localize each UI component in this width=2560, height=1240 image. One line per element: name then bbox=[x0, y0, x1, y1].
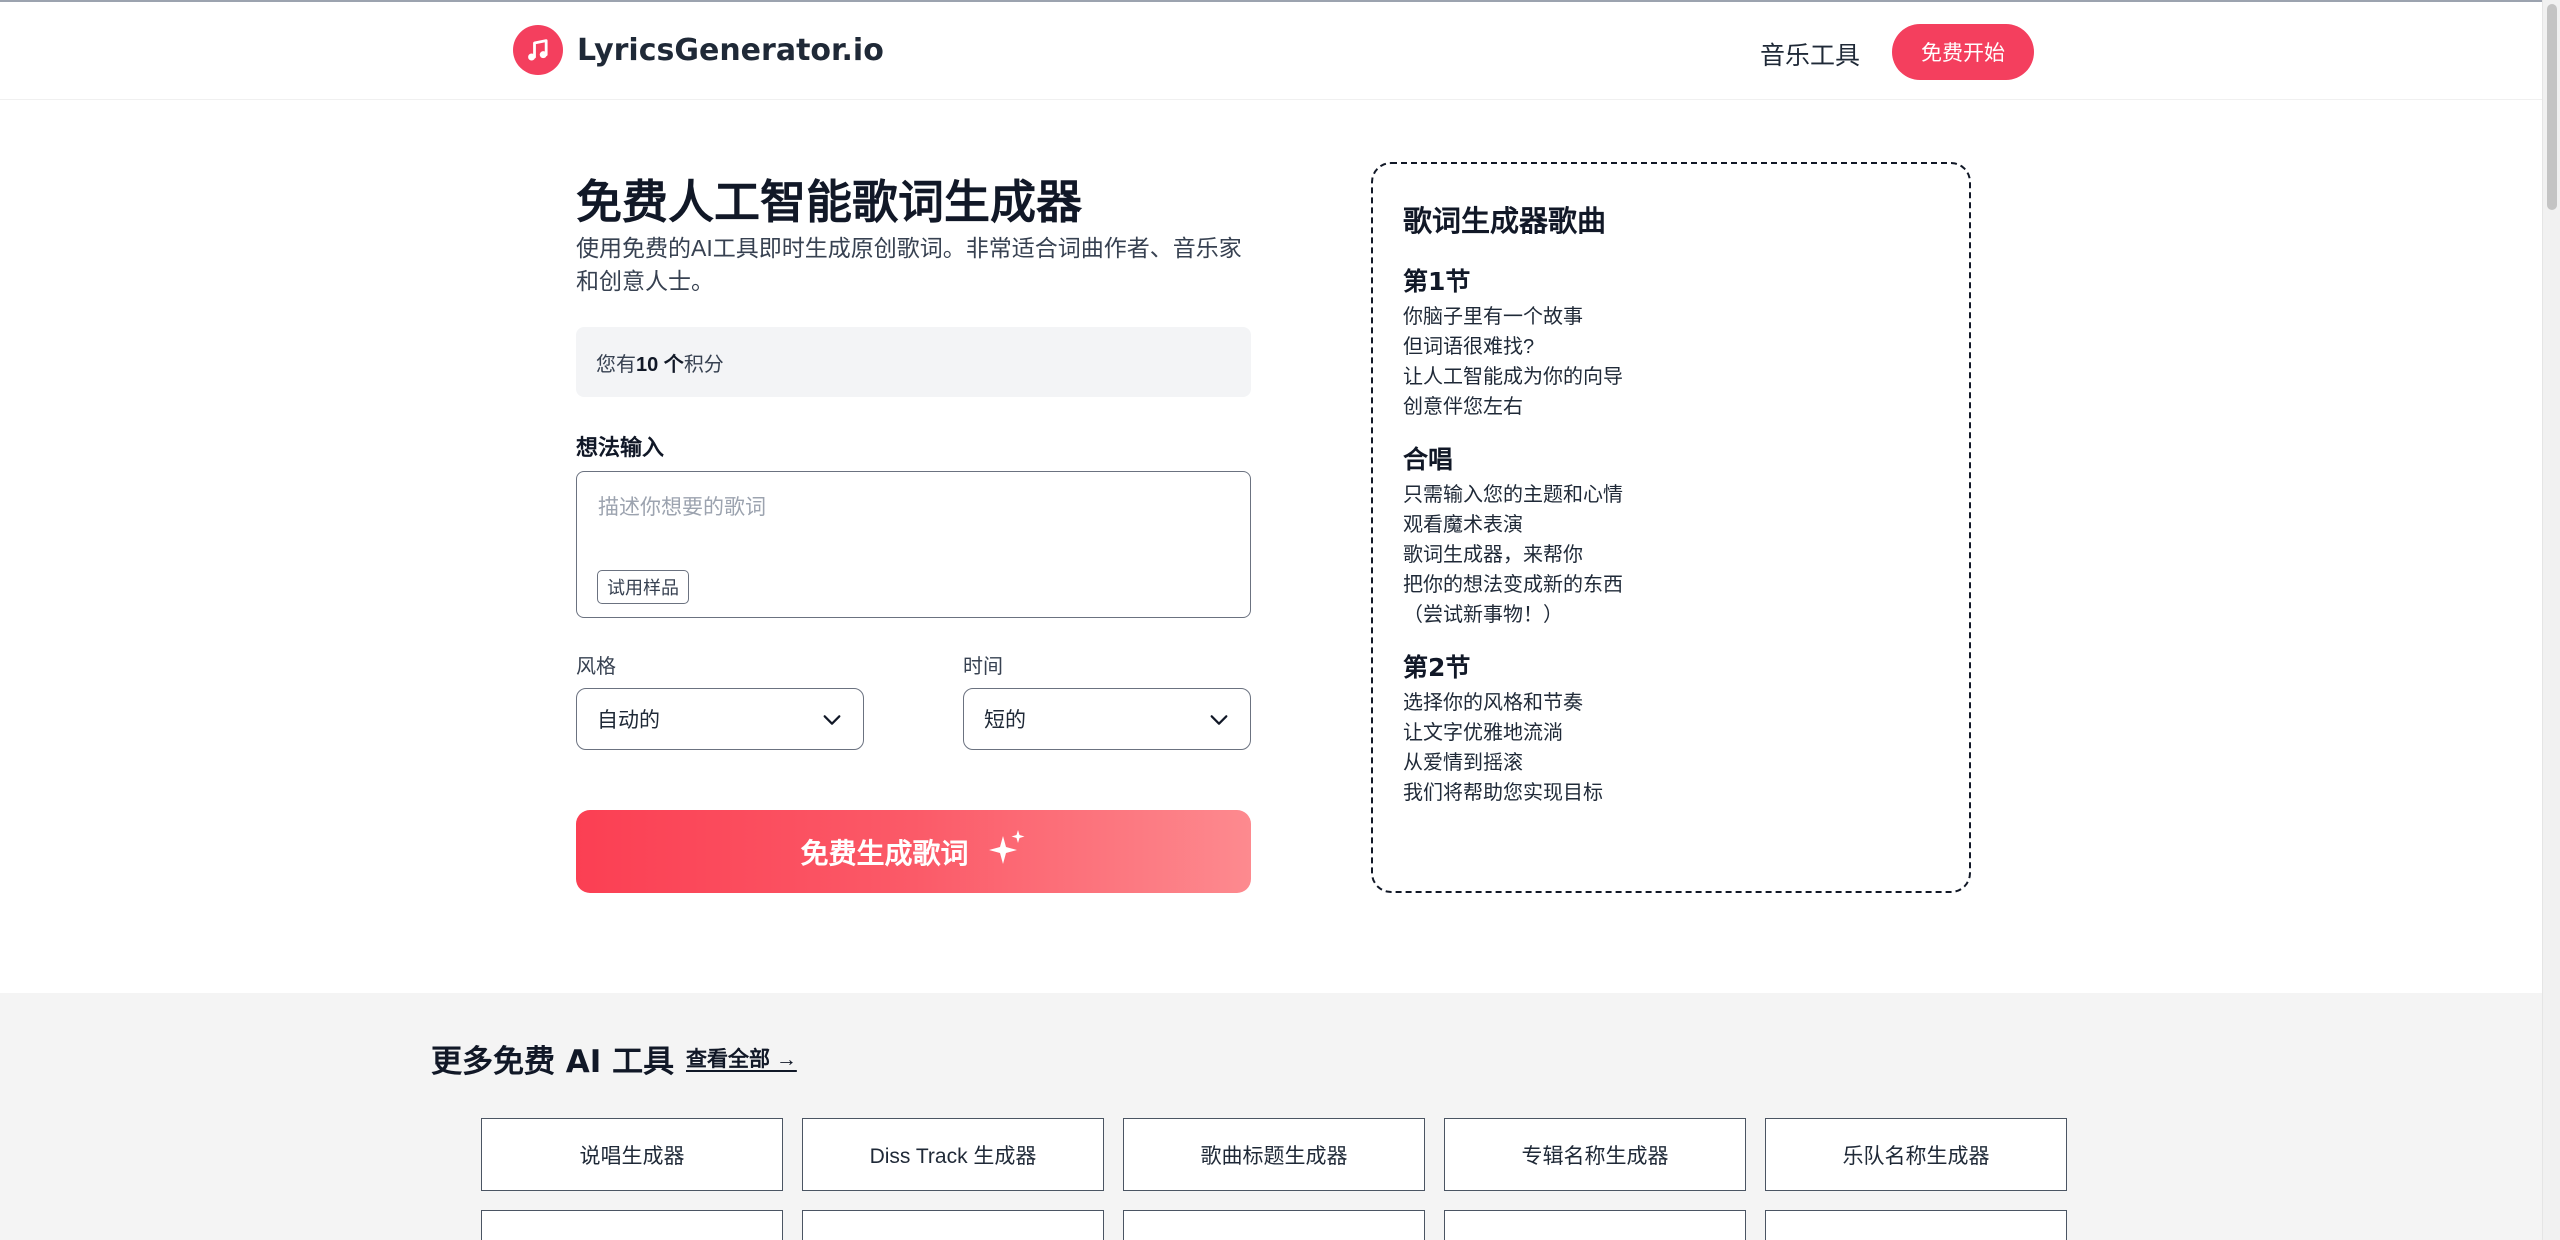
credits-prefix: 您有 bbox=[596, 353, 636, 376]
chevron-down-icon bbox=[1208, 709, 1230, 737]
style-select[interactable]: 自动的 bbox=[576, 688, 864, 750]
lyric-line: 让人工智能成为你的向导 bbox=[1403, 366, 1623, 388]
chevron-down-icon bbox=[821, 709, 843, 737]
page-title: 免费人工智能歌词生成器 bbox=[576, 175, 1082, 229]
lyric-section: 第2节选择你的风格和节奏 让文字优雅地流淌 从爱情到摇滚我们将帮助您实现目标 bbox=[1403, 648, 1939, 808]
page-scrollbar[interactable] bbox=[2542, 0, 2560, 1240]
lyric-line: 只需输入您的主题和心情 bbox=[1403, 484, 1623, 506]
lyric-line: （尝试新事物！） bbox=[1403, 604, 1563, 626]
generate-lyrics-label: 免费生成歌词 bbox=[800, 836, 969, 870]
try-sample-button[interactable]: 试用样品 bbox=[597, 570, 689, 604]
brand-logo-link[interactable]: LyricsGenerator.io bbox=[513, 25, 884, 75]
start-free-button[interactable]: 免费开始 bbox=[1892, 24, 2034, 80]
view-all-link[interactable]: 查看全部 → bbox=[686, 1043, 797, 1073]
sparkles-icon bbox=[987, 828, 1027, 875]
lyric-line: 但词语很难找? bbox=[1403, 336, 1535, 358]
style-label: 风格 bbox=[576, 656, 616, 678]
time-select[interactable]: 短的 bbox=[963, 688, 1251, 750]
lyric-line: 把你的想法变成新的东西 bbox=[1403, 574, 1623, 596]
page-subtitle: 使用免费的AI工具即时生成原创歌词。非常适合词曲作者、音乐家和创意人士。 bbox=[576, 235, 1242, 294]
idea-textarea[interactable]: 描述你想要的歌词 试用样品 bbox=[576, 471, 1251, 618]
lyric-section-title: 合唱 bbox=[1403, 445, 1454, 474]
tool-card[interactable] bbox=[1444, 1210, 1746, 1240]
credits-amount: 10 个 bbox=[636, 353, 684, 376]
idea-input-label: 想法输入 bbox=[576, 435, 665, 460]
lyric-line: 从爱情到摇滚 bbox=[1403, 752, 1523, 774]
lyric-line: 观看魔术表演 bbox=[1403, 514, 1523, 536]
generate-lyrics-button[interactable]: 免费生成歌词 bbox=[576, 810, 1251, 893]
music-note-icon bbox=[513, 25, 563, 75]
lyric-line: 你脑子里有一个故事 bbox=[1403, 306, 1583, 328]
lyric-section: 第1节你脑子里有一个故事 但词语很难找? 让人工智能成为你的向导 创意伴您左右 bbox=[1403, 262, 1939, 422]
scrollbar-thumb[interactable] bbox=[2547, 4, 2557, 210]
lyric-line: 歌词生成器，来帮你 bbox=[1403, 544, 1583, 566]
more-tools-title: 更多免费 AI 工具 bbox=[431, 1044, 675, 1080]
sample-lyrics-card: 歌词生成器歌曲 第1节你脑子里有一个故事 但词语很难找? 让人工智能成为你的向导 创意… bbox=[1371, 162, 1971, 893]
lyric-line: 创意伴您左右 bbox=[1403, 396, 1523, 418]
tool-card[interactable] bbox=[802, 1210, 1104, 1240]
time-selected-value: 短的 bbox=[984, 709, 1026, 732]
sample-song-title: 歌词生成器歌曲 bbox=[1403, 204, 1607, 238]
sample-song-sections: 第1节你脑子里有一个故事 但词语很难找? 让人工智能成为你的向导 创意伴您左右合唱只需… bbox=[1403, 262, 1939, 808]
lyric-line: 让文字优雅地流淌 bbox=[1403, 722, 1563, 744]
lyric-section-title: 第1节 bbox=[1403, 267, 1471, 296]
tool-card[interactable]: Diss Track 生成器 bbox=[802, 1118, 1104, 1191]
tool-card[interactable]: 专辑名称生成器 bbox=[1444, 1118, 1746, 1191]
tool-card[interactable]: 歌曲标题生成器 bbox=[1123, 1118, 1425, 1191]
site-header: LyricsGenerator.io 音乐工具 免费开始 bbox=[0, 2, 2542, 100]
more-tools-section bbox=[0, 993, 2542, 1240]
credits-suffix: 积分 bbox=[683, 353, 724, 376]
tool-card[interactable] bbox=[1765, 1210, 2067, 1240]
lyric-section-title: 第2节 bbox=[1403, 653, 1471, 682]
tool-card[interactable]: 乐队名称生成器 bbox=[1765, 1118, 2067, 1191]
idea-placeholder: 描述你想要的歌词 bbox=[598, 496, 766, 519]
credits-banner: 您有 10 个积分 bbox=[576, 327, 1251, 397]
tool-card[interactable] bbox=[481, 1210, 783, 1240]
lyric-line: 选择你的风格和节奏 bbox=[1403, 692, 1583, 714]
nav-music-tools-link[interactable]: 音乐工具 bbox=[1760, 36, 1860, 72]
brand-name: LyricsGenerator.io bbox=[577, 32, 884, 68]
lyric-section: 合唱只需输入您的主题和心情 观看魔术表演歌词生成器，来帮你把你的想法变成新的东西 （… bbox=[1403, 440, 1939, 630]
style-selected-value: 自动的 bbox=[597, 709, 660, 732]
time-label: 时间 bbox=[963, 656, 1003, 678]
tool-card[interactable]: 说唱生成器 bbox=[481, 1118, 783, 1191]
tool-card[interactable] bbox=[1123, 1210, 1425, 1240]
lyric-line: 我们将帮助您实现目标 bbox=[1403, 782, 1603, 804]
